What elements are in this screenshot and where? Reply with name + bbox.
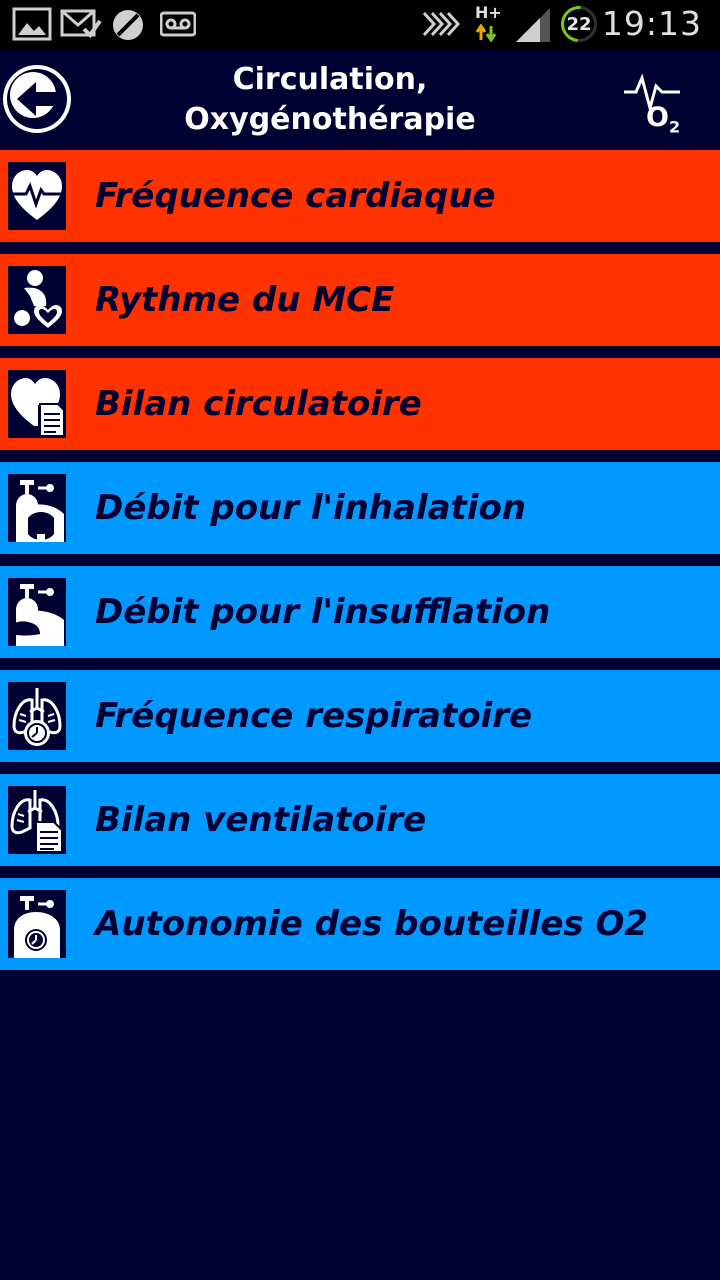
mail-check-icon — [60, 9, 102, 39]
menu-icon-box — [8, 266, 66, 334]
menu-item-bilan-circulatoire[interactable]: Bilan circulatoire — [0, 358, 720, 450]
arrow-left-icon — [17, 82, 56, 116]
menu-icon-box — [8, 890, 66, 958]
o2-label: O2 — [646, 102, 681, 137]
clock: 19:13 — [601, 4, 702, 43]
menu-icon-box — [8, 682, 66, 750]
voicemail-icon — [160, 11, 196, 37]
oxygen-mask-icon — [16, 480, 64, 542]
menu-item-label: Fréquence cardiaque — [95, 176, 496, 216]
menu-icon-box — [8, 370, 66, 438]
menu-item-rythme-mce[interactable]: Rythme du MCE — [0, 254, 720, 346]
network-type: H+ — [475, 3, 502, 22]
app-header: Circulation, Oxygénothérapie O2 — [0, 50, 720, 150]
signal-icon — [516, 8, 550, 42]
menu-icon-box — [8, 162, 66, 230]
menu-icon-box — [8, 578, 66, 646]
menu-item-label: Fréquence respiratoire — [95, 696, 533, 736]
menu-item-label: Débit pour l'insufflation — [95, 592, 551, 632]
heart-pulse-icon — [12, 170, 62, 220]
menu-item-label: Bilan ventilatoire — [95, 800, 427, 840]
gallery-icon — [12, 7, 52, 41]
menu-icon-box — [8, 786, 66, 854]
oxygen-bag-icon — [10, 584, 64, 646]
vibrate-icon — [422, 11, 460, 37]
menu-item-debit-inhalation[interactable]: Débit pour l'inhalation — [0, 462, 720, 554]
data-arrows-icon — [476, 24, 497, 42]
oxygen-bottle-clock-icon — [14, 896, 60, 958]
battery-indicator: 22 — [553, 0, 605, 50]
heart-report-icon — [11, 378, 65, 437]
page-title: Circulation, Oxygénothérapie — [184, 62, 476, 137]
lungs-report-icon — [10, 790, 63, 853]
menu-item-frequence-respiratoire[interactable]: Fréquence respiratoire — [0, 670, 720, 762]
menu-item-label: Autonomie des bouteilles O2 — [95, 904, 649, 944]
menu-item-label: Bilan circulatoire — [95, 384, 422, 424]
lungs-clock-icon — [12, 688, 62, 746]
menu-item-bilan-ventilatoire[interactable]: Bilan ventilatoire — [0, 774, 720, 866]
blocked-icon — [113, 10, 143, 40]
menu-item-autonomie-bouteilles[interactable]: Autonomie des bouteilles O2 — [0, 878, 720, 970]
menu-item-debit-insufflation[interactable]: Débit pour l'insufflation — [0, 566, 720, 658]
menu-icon-box — [8, 474, 66, 542]
menu-item-label: Débit pour l'inhalation — [95, 488, 527, 528]
menu-item-label: Rythme du MCE — [95, 280, 395, 320]
back-button[interactable] — [3, 65, 71, 133]
cpr-icon — [14, 270, 62, 328]
menu-item-frequence-cardiaque[interactable]: Fréquence cardiaque — [0, 150, 720, 242]
status-bar: H+ 22 19:13 — [0, 0, 720, 50]
